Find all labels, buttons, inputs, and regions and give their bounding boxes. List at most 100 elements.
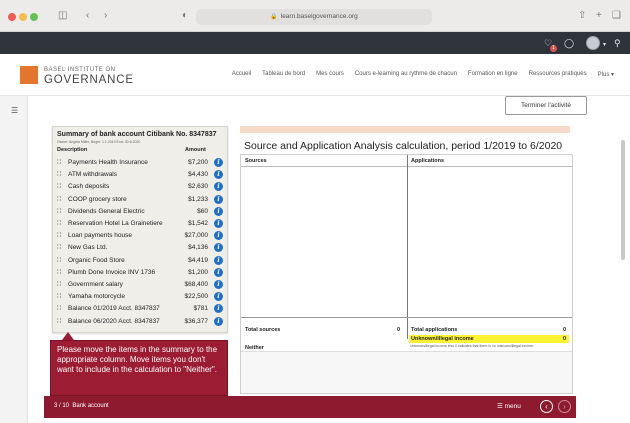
bank-item[interactable]: ∷ Yamaha motorcycle $22,500 i bbox=[55, 291, 225, 302]
bank-item[interactable]: ∷ Loan payments house $27,000 i bbox=[55, 230, 225, 241]
drag-handle-icon[interactable]: ∷ bbox=[57, 181, 61, 192]
nav-item-accueil[interactable]: Accueil bbox=[232, 71, 251, 78]
bank-item-description: Yamaha motorcycle bbox=[68, 293, 125, 301]
nav-item-plus[interactable]: Plus ▾ bbox=[598, 71, 614, 78]
bank-item[interactable]: ∷ Plumb Done Invoice INV 1736 $1,200 i bbox=[55, 267, 225, 278]
back-arrow-icon[interactable]: ‹ bbox=[86, 10, 89, 22]
bank-item[interactable]: ∷ Balance 06/2020 Acct. 8347837 $36,377 i bbox=[55, 316, 225, 327]
new-tab-icon[interactable]: + bbox=[596, 10, 602, 22]
total-sources-value: 0 bbox=[397, 327, 401, 333]
info-icon[interactable]: i bbox=[214, 158, 223, 167]
nav-item-formation-en-ligne[interactable]: Formation en ligne bbox=[468, 71, 518, 78]
unknown-income-label: Unknown/illegal income bbox=[411, 336, 474, 342]
previous-button[interactable]: ‹ bbox=[540, 400, 553, 413]
menu-button[interactable]: ☰ menu bbox=[497, 402, 521, 410]
drag-handle-icon[interactable]: ∷ bbox=[57, 291, 61, 302]
sidebar-toggle-icon[interactable]: ◫ bbox=[58, 10, 67, 22]
info-icon[interactable]: i bbox=[214, 231, 223, 241]
drag-handle-icon[interactable]: ∷ bbox=[57, 194, 61, 205]
drag-handle-icon[interactable]: ∷ bbox=[57, 303, 61, 314]
bank-item-description: Plumb Done Invoice INV 1736 bbox=[68, 268, 156, 276]
next-button[interactable]: › bbox=[558, 400, 571, 413]
chat-icon[interactable]: ◯ bbox=[564, 37, 574, 49]
info-icon[interactable]: i bbox=[214, 280, 223, 289]
tab-overview-icon[interactable]: ❏ bbox=[612, 10, 621, 22]
bank-item[interactable]: ∷ Balance 01/2019 Acct. 8347837 $781 i bbox=[55, 303, 225, 314]
search-icon[interactable]: ⚲ bbox=[614, 37, 621, 49]
bank-item-amount: $4,430 bbox=[188, 171, 208, 179]
info-icon[interactable]: i bbox=[214, 316, 223, 326]
info-icon[interactable]: i bbox=[214, 170, 223, 180]
drag-handle-icon[interactable]: ∷ bbox=[57, 316, 61, 327]
bank-item[interactable]: ∷ Government salary $68,400 i bbox=[55, 279, 225, 290]
drag-handle-icon[interactable]: ∷ bbox=[57, 267, 61, 278]
info-icon[interactable]: i bbox=[214, 255, 223, 265]
bank-item-amount: $60 bbox=[197, 207, 208, 215]
shield-icon[interactable]: ◐ bbox=[182, 10, 188, 22]
forward-arrow-icon[interactable]: › bbox=[104, 10, 107, 22]
bank-item[interactable]: ∷ Dividends General Electric $60 i bbox=[55, 206, 225, 217]
address-bar[interactable]: 🔒 learn.baselgovernance.org bbox=[196, 9, 432, 25]
bank-item-amount: $4,136 bbox=[188, 244, 208, 252]
drag-handle-icon[interactable]: ∷ bbox=[57, 157, 61, 168]
nav-item-tableau-de-bord[interactable]: Tableau de bord bbox=[262, 71, 305, 78]
course-index-icon[interactable]: ☰ bbox=[11, 106, 18, 115]
info-icon[interactable]: i bbox=[214, 219, 223, 228]
page-scrollbar[interactable] bbox=[621, 140, 625, 260]
info-icon[interactable]: i bbox=[214, 304, 223, 314]
maximize-window-button[interactable] bbox=[30, 13, 38, 21]
info-icon[interactable]: i bbox=[214, 243, 223, 253]
bank-item-amount: $1,542 bbox=[188, 220, 208, 227]
end-activity-button[interactable]: Terminer l'activité bbox=[505, 96, 587, 115]
logo-icon[interactable] bbox=[20, 66, 38, 84]
info-icon[interactable]: i bbox=[214, 267, 223, 277]
main-nav: Accueil Tableau de bord Mes cours Cours … bbox=[232, 71, 614, 78]
section-name: Bank account bbox=[72, 403, 109, 409]
bank-item-amount: $1,233 bbox=[188, 195, 208, 203]
drag-handle-icon[interactable]: ∷ bbox=[57, 169, 61, 180]
calculation-title: Source and Application Analysis calculat… bbox=[244, 140, 563, 152]
drag-handle-icon[interactable]: ∷ bbox=[57, 242, 61, 253]
nav-item-mes-cours[interactable]: Mes cours bbox=[316, 71, 344, 78]
bank-item[interactable]: ∷ ATM withdrawals $4,430 i bbox=[55, 169, 225, 180]
avatar[interactable] bbox=[586, 36, 600, 50]
info-icon[interactable]: i bbox=[214, 182, 223, 192]
bank-item[interactable]: ∷ Payments Health Insurance $7,200 i bbox=[55, 157, 225, 168]
applications-drop-zone[interactable] bbox=[408, 167, 572, 317]
drag-handle-icon[interactable]: ∷ bbox=[57, 279, 61, 290]
sources-drop-zone[interactable] bbox=[241, 167, 407, 317]
bank-item-description: Balance 06/2020 Acct. 8347837 bbox=[68, 317, 160, 325]
bank-summary-subtitle: Owner: Angela Miller, Begin: 1.1.2019 En… bbox=[57, 140, 141, 144]
unknown-income-note: Unknown/illegal income less 0 indicates … bbox=[410, 344, 534, 348]
nav-item-ressources-pratiques[interactable]: Ressources pratiques bbox=[529, 71, 587, 78]
drag-handle-icon[interactable]: ∷ bbox=[57, 255, 61, 266]
close-window-button[interactable] bbox=[8, 13, 16, 21]
url-text: learn.baselgovernance.org bbox=[280, 13, 358, 20]
drag-handle-icon[interactable]: ∷ bbox=[57, 206, 61, 217]
bank-item[interactable]: ∷ Reservation Hotel La Grainetiere $1,542 i bbox=[55, 218, 225, 229]
bank-item-amount: $22,500 bbox=[184, 293, 209, 301]
chevron-down-icon[interactable]: ▾ bbox=[603, 39, 606, 51]
bank-item-amount: $781 bbox=[193, 305, 208, 313]
bank-item-description: Cash deposits bbox=[68, 183, 110, 191]
bank-item[interactable]: ∷ New Gas Ltd. $4,136 i bbox=[55, 242, 225, 253]
progress-indicator: 3 / 10 Bank account bbox=[54, 403, 109, 409]
nav-item-cours-e-learning[interactable]: Cours e-learning au rythme de chacun bbox=[355, 71, 457, 78]
bank-item[interactable]: ∷ Organic Food Store $4,419 i bbox=[55, 255, 225, 266]
info-icon[interactable]: i bbox=[214, 292, 223, 302]
info-icon[interactable]: i bbox=[214, 194, 223, 204]
bank-item[interactable]: ∷ Cash deposits $2,630 i bbox=[55, 181, 225, 192]
bank-item-description: COOP grocery store bbox=[68, 195, 127, 203]
neither-drop-zone[interactable] bbox=[241, 351, 572, 393]
drag-handle-icon[interactable]: ∷ bbox=[57, 218, 61, 229]
share-icon[interactable]: ⇧ bbox=[578, 10, 586, 22]
bank-item-description: New Gas Ltd. bbox=[68, 244, 108, 252]
applications-header: Applications bbox=[411, 158, 445, 164]
drag-handle-icon[interactable]: ∷ bbox=[57, 230, 61, 241]
site-topbar: ♡ 1 ◯ ▾ ⚲ bbox=[0, 32, 630, 54]
minimize-window-button[interactable] bbox=[19, 13, 27, 21]
amount-column-header: Amount bbox=[185, 147, 206, 153]
info-icon[interactable]: i bbox=[214, 206, 223, 216]
unknown-income-row: Unknown/illegal income 0 bbox=[409, 335, 569, 343]
bank-item[interactable]: ∷ COOP grocery store $1,233 i bbox=[55, 194, 225, 205]
